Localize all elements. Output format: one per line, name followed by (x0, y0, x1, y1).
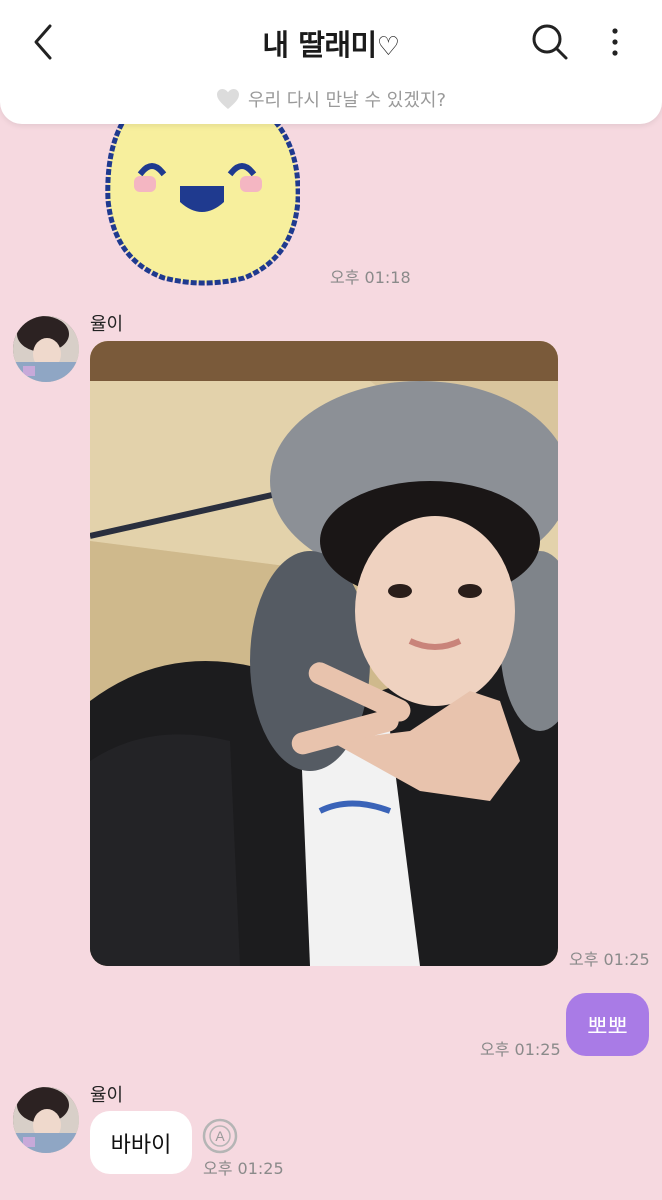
avatar-photo (13, 316, 79, 382)
sender-avatar-2[interactable] (13, 1087, 79, 1153)
heart-icon (216, 89, 239, 109)
more-vertical-icon (612, 28, 618, 56)
translate-icon: A (202, 1118, 238, 1154)
sender-name-2: 율이 (90, 1085, 124, 1106)
search-icon (532, 24, 568, 60)
sender-avatar[interactable] (13, 316, 79, 382)
incoming-message-bubble[interactable]: 바바이 (90, 1111, 192, 1174)
more-options-button[interactable] (602, 22, 628, 62)
outgoing-message-bubble[interactable]: 뽀뽀 (566, 993, 649, 1056)
photo-timestamp: 오후 01:25 (569, 950, 650, 969)
chat-header: 내 딸래미♡ 우리 다시 만날 수 있겠지? (0, 0, 662, 124)
sticker-timestamp: 오후 01:18 (330, 268, 411, 287)
selfie-image (90, 341, 558, 966)
search-button[interactable] (528, 20, 572, 64)
svg-text:A: A (215, 1128, 225, 1144)
outgoing-timestamp: 오후 01:25 (480, 1040, 561, 1059)
chat-title-text: 내 딸래미 (262, 28, 377, 62)
chat-status-message: 우리 다시 만날 수 있겠지? (0, 86, 662, 112)
title-heart: ♡ (376, 32, 400, 62)
shared-photo[interactable] (90, 341, 558, 966)
sender-name: 율이 (90, 314, 124, 335)
translate-button[interactable]: A (202, 1118, 238, 1154)
status-text: 우리 다시 만날 수 있겠지? (247, 90, 447, 111)
incoming-timestamp: 오후 01:25 (203, 1159, 284, 1178)
avatar-photo-2 (13, 1087, 79, 1153)
sticker-image[interactable] (104, 110, 300, 286)
incoming-message-text: 바바이 (110, 1132, 172, 1158)
outgoing-message-text: 뽀뽀 (587, 1014, 628, 1040)
